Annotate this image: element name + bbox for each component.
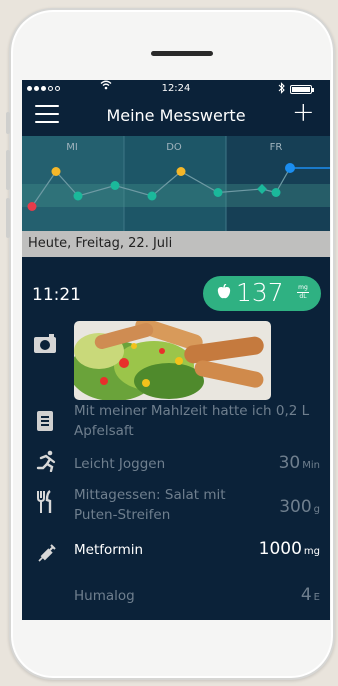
glucose-unit: mg dL	[297, 284, 309, 301]
entry-note: Mit meiner Mahlzeit hatte ich 0,2 L Apfe…	[74, 403, 310, 439]
chart-point	[27, 202, 37, 211]
chart-point	[285, 163, 295, 173]
medication-amount-value: 1000	[258, 539, 302, 559]
chart-day-label: MI	[66, 142, 78, 153]
chart-day-label: FR	[269, 142, 283, 153]
app-screen: 12:24 Meine Messwerte + MI DO FR Heute, …	[22, 80, 330, 620]
date-header: Heute, Freitag, 22. Juli	[22, 231, 330, 257]
camera-icon[interactable]	[34, 334, 56, 353]
chart-point	[51, 167, 61, 176]
phone-side-button	[6, 112, 10, 134]
nav-bar: Meine Messwerte +	[22, 98, 330, 134]
meal-amount: 300 g	[279, 497, 320, 517]
note-icon	[37, 411, 53, 431]
chart-point	[271, 188, 281, 197]
activity-amount-unit: Min	[302, 460, 320, 471]
phone-speaker	[151, 51, 213, 56]
bluetooth-icon	[278, 82, 286, 97]
insulin-amount-value: 4	[300, 585, 312, 605]
status-bar: 12:24	[22, 80, 330, 98]
chart-point	[110, 181, 120, 190]
activity-amount: 30 Min	[279, 453, 320, 473]
medication-label: Metformin	[74, 542, 144, 558]
activity-label: Leicht Joggen	[74, 456, 166, 472]
meal-photo[interactable]	[74, 321, 271, 400]
glucose-unit-top: mg	[298, 284, 308, 291]
chart-point	[213, 188, 223, 197]
meal-amount-value: 300	[279, 497, 312, 517]
insulin-label: Humalog	[74, 588, 135, 604]
chart-point	[73, 191, 83, 201]
syringe-icon	[36, 542, 58, 562]
glucose-trend-chart[interactable]: MI DO FR	[22, 136, 330, 231]
chart-point	[147, 191, 157, 201]
phone-side-button	[6, 198, 10, 238]
phone-side-button	[6, 150, 10, 190]
running-icon	[36, 450, 58, 477]
apple-icon	[217, 283, 231, 304]
medication-amount: 1000 mg	[259, 539, 320, 559]
insulin-amount-unit: E	[313, 592, 320, 603]
chart-target-band	[22, 184, 330, 207]
glucose-value: 137	[236, 278, 284, 307]
chart-point	[176, 167, 186, 176]
activity-amount-value: 30	[278, 453, 301, 473]
glucose-unit-bottom: dL	[299, 293, 307, 300]
page-title: Meine Messwerte	[106, 106, 246, 125]
meal-amount-unit: g	[313, 504, 320, 515]
battery-icon	[290, 85, 314, 94]
cutlery-icon	[36, 490, 54, 519]
insulin-amount: 4E	[301, 585, 320, 605]
meal-label: Mittagessen: Salat mit Puten-Streifen	[74, 487, 226, 523]
medication-amount-unit: mg	[303, 546, 320, 557]
entry-time: 11:21	[32, 285, 81, 305]
glucose-badge[interactable]: 137 mg dL	[203, 276, 321, 311]
add-entry-button[interactable]: +	[292, 99, 315, 126]
chart-day-label: DO	[166, 142, 182, 153]
